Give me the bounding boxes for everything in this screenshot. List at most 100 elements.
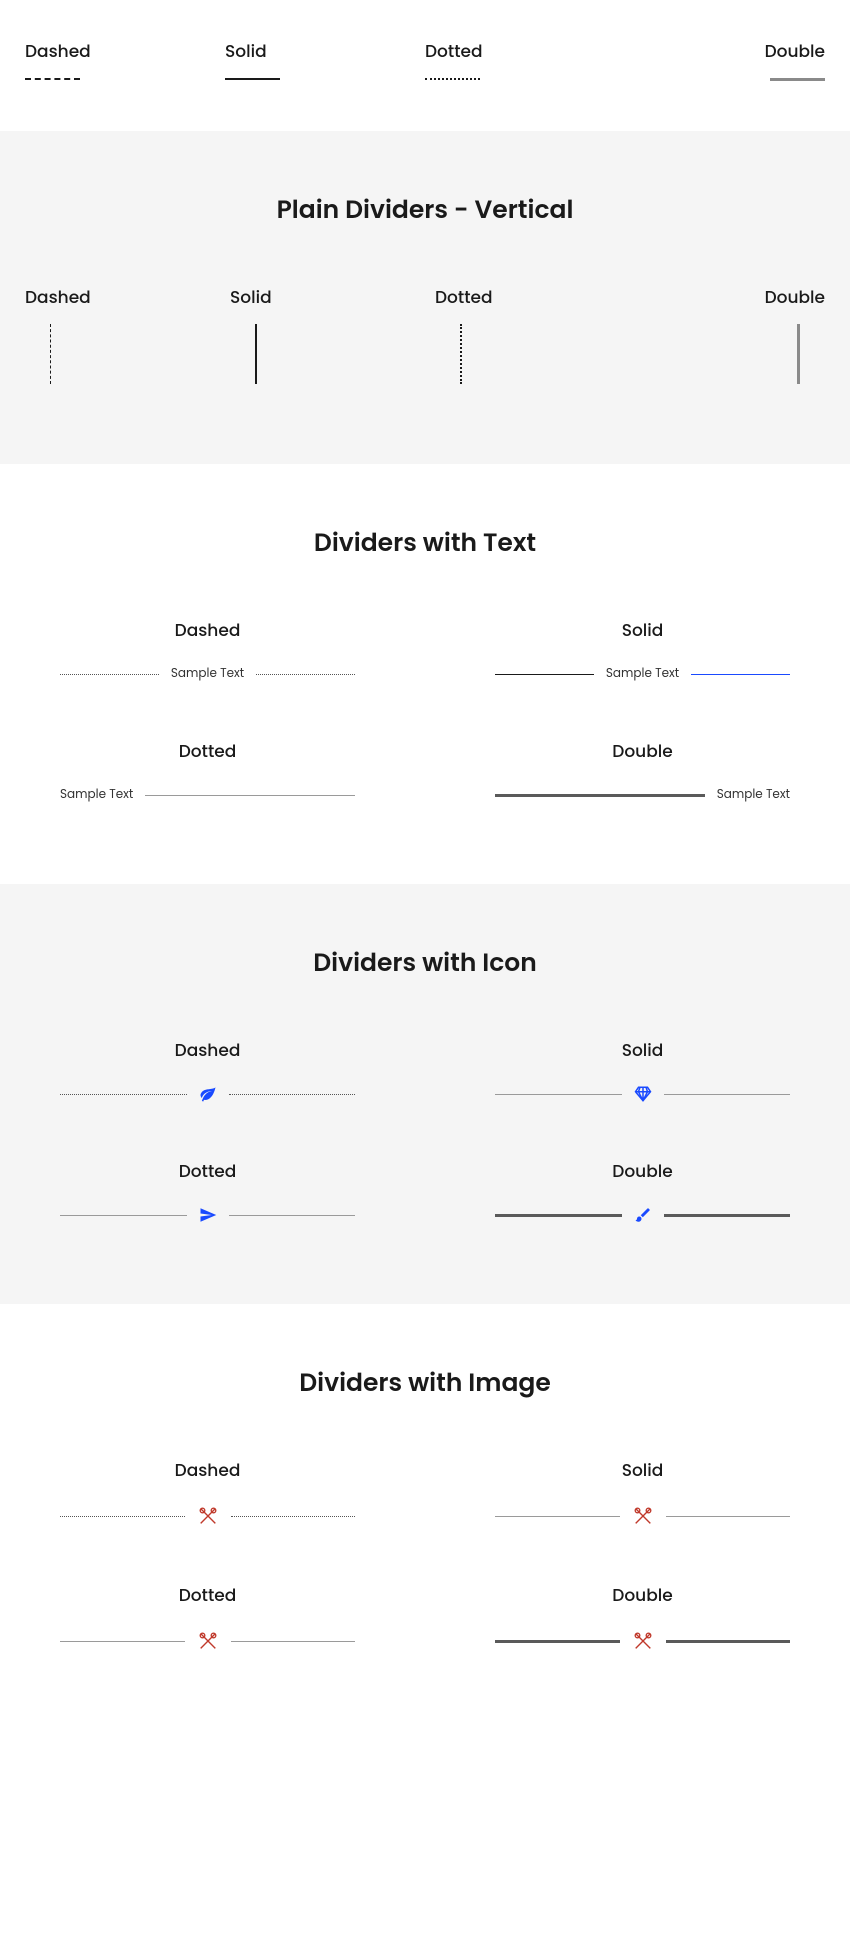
plain-horizontal-section: Dashed Solid Dotted Double xyxy=(0,0,850,131)
divider-label: Dashed xyxy=(25,38,225,64)
divider-dotted xyxy=(425,78,480,80)
line-right xyxy=(256,674,355,675)
line-left xyxy=(495,674,594,675)
paper-plane-icon xyxy=(199,1206,217,1224)
icon-divider-solid xyxy=(495,1085,790,1103)
line-right xyxy=(229,1094,356,1095)
divider-row: Dashed Solid Dotted Double xyxy=(20,20,830,111)
divider-label: Double xyxy=(625,38,825,64)
section-title: Dividers with Icon xyxy=(20,944,830,982)
image-divider-solid xyxy=(495,1505,790,1527)
divider-label: Solid xyxy=(225,38,425,64)
line-right xyxy=(229,1215,356,1216)
line-left xyxy=(495,1214,622,1217)
divider-col-double: Double xyxy=(495,1582,790,1652)
divider-label: Dotted xyxy=(60,1158,355,1184)
text-divider-dotted: Sample Text xyxy=(60,786,355,804)
line-left xyxy=(60,1641,185,1642)
divider-col-dotted: Dotted xyxy=(60,1158,355,1224)
divider-row: Dashed Solid Dotted Double xyxy=(20,284,830,384)
line-left xyxy=(60,1094,187,1095)
vdivider-solid xyxy=(255,324,257,384)
line-right xyxy=(691,674,790,675)
divider-row: Dashed Sample Text Solid Sample Text xyxy=(20,617,830,683)
line-right xyxy=(145,795,355,796)
leaf-icon xyxy=(199,1085,217,1103)
divider-row: Dotted Double xyxy=(20,1582,830,1652)
divider-row: Dotted Double xyxy=(20,1158,830,1224)
divider-col-solid: Solid Sample Text xyxy=(495,617,790,683)
divider-text: Sample Text xyxy=(606,665,679,683)
divider-label: Solid xyxy=(495,1457,790,1483)
image-dividers-section: Dividers with Image Dashed Solid xyxy=(0,1304,850,1732)
divider-label: Double xyxy=(495,1158,790,1184)
icon-divider-dotted xyxy=(60,1206,355,1224)
utensils-icon xyxy=(197,1630,219,1652)
line-right xyxy=(664,1214,791,1217)
divider-label: Dotted xyxy=(425,38,625,64)
plain-vertical-section: Plain Dividers - Vertical Dashed Solid D… xyxy=(0,131,850,464)
divider-label: Dotted xyxy=(60,1582,355,1608)
divider-col-dashed: Dashed Sample Text xyxy=(60,617,355,683)
divider-label: Dashed xyxy=(25,284,210,310)
divider-col-dashed: Dashed xyxy=(60,1037,355,1103)
icon-dividers-section: Dividers with Icon Dashed Solid xyxy=(0,884,850,1304)
divider-label: Dashed xyxy=(60,1037,355,1063)
divider-col-dotted: Dotted xyxy=(425,38,625,81)
divider-col-solid: Solid xyxy=(225,38,425,81)
icon-divider-dashed xyxy=(60,1085,355,1103)
line-left xyxy=(60,1516,185,1517)
text-dividers-section: Dividers with Text Dashed Sample Text So… xyxy=(0,464,850,884)
divider-row: Dashed Solid xyxy=(20,1457,830,1527)
divider-solid xyxy=(225,78,280,80)
divider-col-dashed: Dashed xyxy=(25,284,210,384)
divider-label: Dashed xyxy=(60,1457,355,1483)
section-title: Dividers with Image xyxy=(20,1364,830,1402)
divider-label: Double xyxy=(495,738,790,764)
line-right xyxy=(666,1640,791,1643)
utensils-icon xyxy=(632,1630,654,1652)
text-divider-dashed: Sample Text xyxy=(60,665,355,683)
divider-row: Dashed Solid xyxy=(20,1037,830,1103)
divider-col-dotted: Dotted Sample Text xyxy=(60,738,355,804)
divider-label: Double xyxy=(640,284,825,310)
vdivider-double xyxy=(797,324,800,384)
divider-col-dashed: Dashed xyxy=(25,38,225,81)
divider-col-double: Double xyxy=(640,284,825,384)
divider-double xyxy=(770,78,825,81)
divider-label: Dotted xyxy=(60,738,355,764)
divider-label: Dashed xyxy=(60,617,355,643)
text-divider-double: Sample Text xyxy=(495,786,790,804)
gem-icon xyxy=(634,1085,652,1103)
line-right xyxy=(231,1516,356,1517)
vdivider-dashed xyxy=(50,324,51,384)
line-left xyxy=(495,1094,622,1095)
image-divider-double xyxy=(495,1630,790,1652)
section-title: Dividers with Text xyxy=(20,524,830,562)
divider-label: Dotted xyxy=(435,284,620,310)
image-divider-dashed xyxy=(60,1505,355,1527)
divider-label: Solid xyxy=(495,617,790,643)
icon-divider-double xyxy=(495,1206,790,1224)
divider-label: Solid xyxy=(230,284,415,310)
line-left xyxy=(60,674,159,675)
text-divider-solid: Sample Text xyxy=(495,665,790,683)
divider-col-dashed: Dashed xyxy=(60,1457,355,1527)
section-title: Plain Dividers - Vertical xyxy=(20,191,830,229)
divider-dashed xyxy=(25,78,80,80)
utensils-icon xyxy=(632,1505,654,1527)
divider-col-double: Double xyxy=(625,38,825,81)
line-left xyxy=(60,1215,187,1216)
utensils-icon xyxy=(197,1505,219,1527)
image-divider-dotted xyxy=(60,1630,355,1652)
vdivider-dotted xyxy=(460,324,462,384)
divider-label: Solid xyxy=(495,1037,790,1063)
divider-text: Sample Text xyxy=(717,786,790,804)
divider-text: Sample Text xyxy=(60,786,133,804)
divider-col-dotted: Dotted xyxy=(435,284,620,384)
line-left xyxy=(495,1516,620,1517)
divider-text: Sample Text xyxy=(171,665,244,683)
line-right xyxy=(666,1516,791,1517)
line-left xyxy=(495,1640,620,1643)
divider-col-double: Double xyxy=(495,1158,790,1224)
